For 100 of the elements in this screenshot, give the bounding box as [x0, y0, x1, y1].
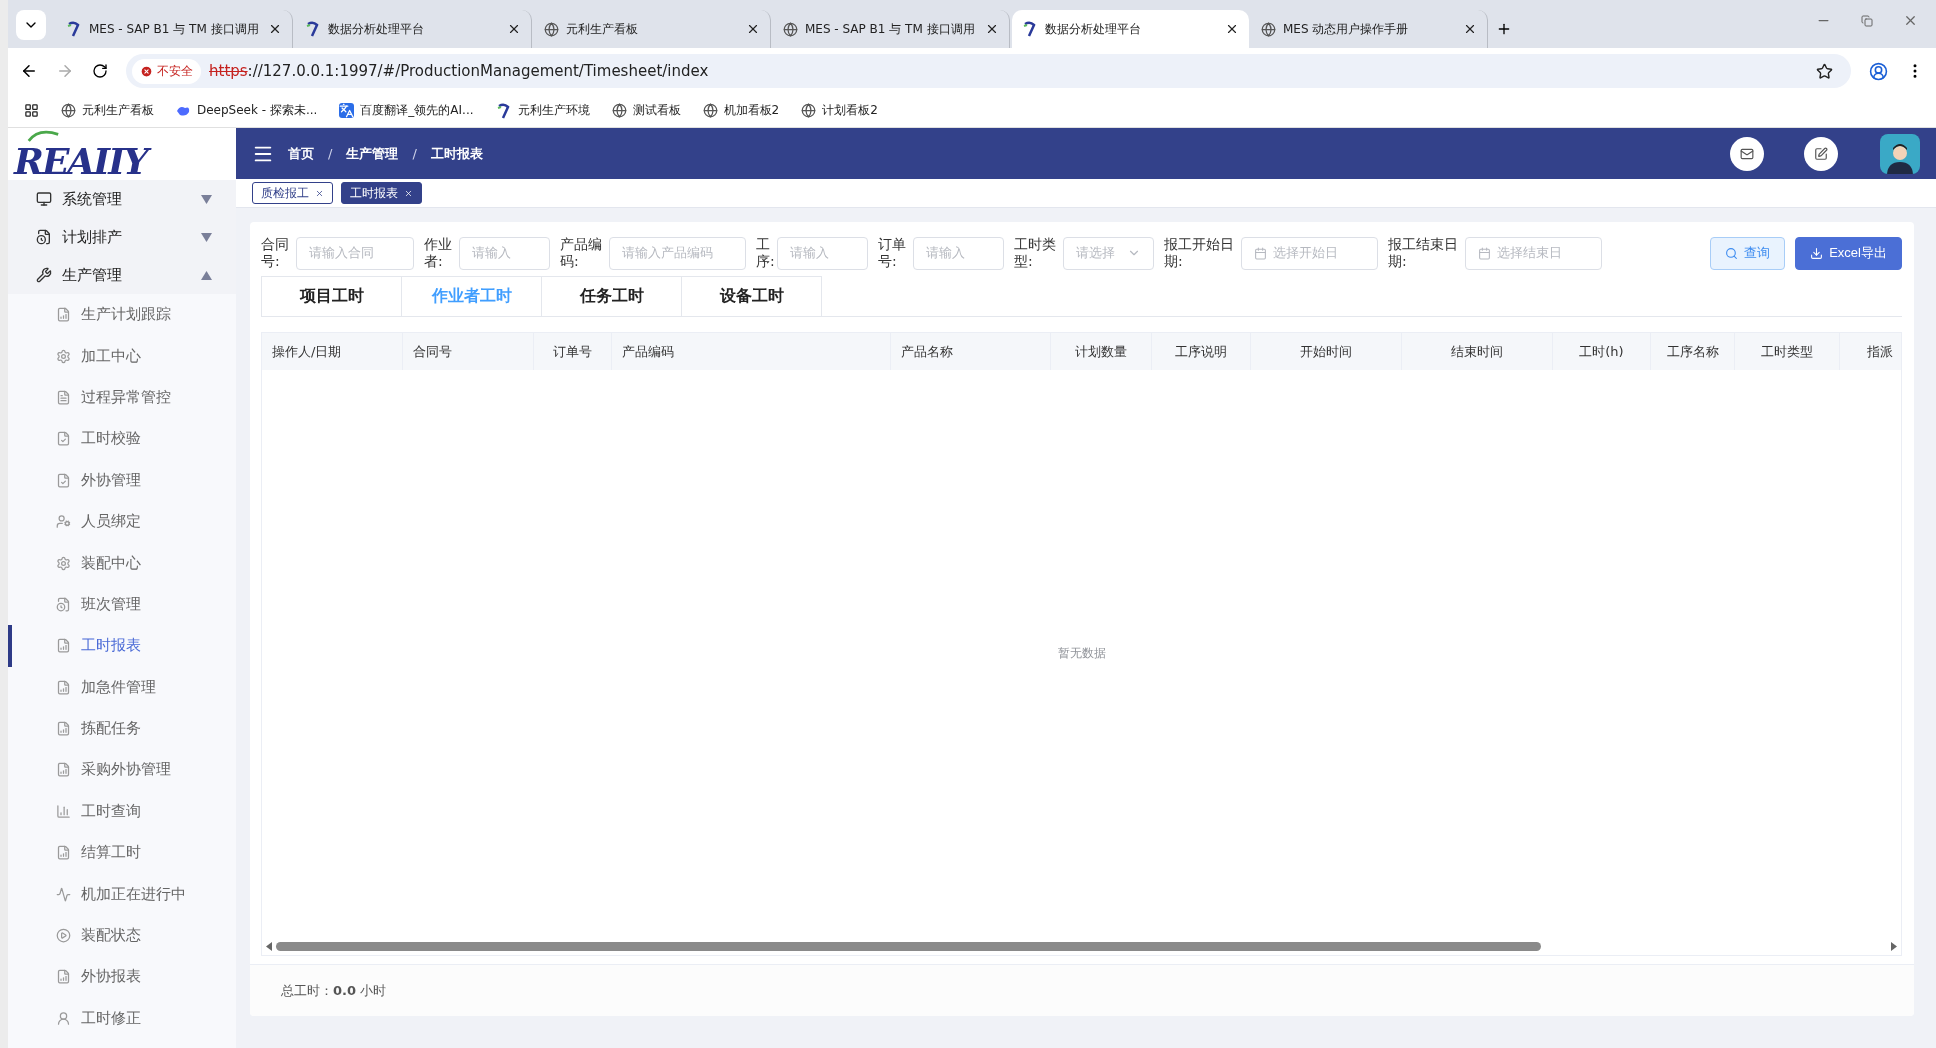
breadcrumb[interactable]: 首页	[288, 144, 314, 163]
bookmark[interactable]: 百度翻译_领先的AI...	[339, 102, 474, 119]
menu-item[interactable]: 采购外协管理	[8, 749, 236, 791]
report-icon	[56, 307, 71, 323]
document-icon	[56, 389, 71, 405]
breadcrumb[interactable]: 生产管理	[346, 144, 399, 163]
file-clock-icon	[36, 229, 52, 245]
profile-icon[interactable]	[1869, 61, 1888, 81]
menu-item[interactable]: 结算工时	[8, 832, 236, 874]
close-icon[interactable]	[268, 22, 282, 36]
menu-item[interactable]: 工时修正	[8, 997, 236, 1040]
filter-label: 订单号:	[878, 236, 906, 270]
document-icon	[56, 431, 71, 447]
app-logo-icon	[66, 21, 82, 37]
menu-item[interactable]: 装配状态	[8, 914, 236, 957]
gear-icon	[56, 348, 71, 364]
breadcrumb-separator: /	[328, 146, 333, 161]
edit-icon	[1814, 146, 1828, 161]
menu-item[interactable]: 装配中心	[8, 542, 236, 584]
warning-icon	[140, 64, 153, 78]
restore-icon[interactable]	[1861, 15, 1873, 27]
scroll-right-icon[interactable]	[1891, 941, 1897, 951]
empty-text: 暂无数据	[1057, 645, 1106, 662]
bookmark[interactable]: 元利生产看板	[61, 102, 154, 119]
scroll-left-icon[interactable]	[266, 941, 272, 951]
menu-item[interactable]: 生产计划跟踪	[8, 294, 236, 336]
filter-label: 产品编码:	[560, 236, 602, 270]
close-icon[interactable]	[1225, 22, 1239, 36]
view-tab[interactable]: 项目工时	[261, 276, 402, 316]
column-header: 计划数量	[1051, 333, 1152, 370]
menu-item[interactable]: 工时校验	[8, 418, 236, 460]
report-icon	[56, 679, 71, 695]
report-icon	[56, 845, 71, 861]
column-header: 工时类型	[1735, 333, 1840, 370]
tools-icon	[36, 267, 52, 283]
translate-icon	[339, 103, 355, 118]
export-button[interactable]: Excel导出	[1795, 236, 1902, 270]
menu-item[interactable]: 加急件管理	[8, 666, 236, 708]
menu-item[interactable]: 外协报表	[8, 956, 236, 998]
bookmark[interactable]: 元利生产环境	[495, 102, 590, 119]
bookmark[interactable]: DeepSeek - 探索未...	[176, 102, 318, 119]
menu-group[interactable]: 生产管理	[8, 256, 236, 294]
close-icon[interactable]	[404, 188, 413, 198]
menu-group[interactable]: 系统管理	[8, 180, 236, 218]
bookmark[interactable]: 测试看板	[611, 102, 681, 119]
filter-label: 报工开始日期:	[1164, 236, 1234, 270]
bookmark[interactable]: 计划看板2	[801, 102, 878, 119]
page-tag[interactable]: 工时报表	[341, 182, 422, 204]
bookmark[interactable]: 机加看板2	[702, 102, 780, 119]
scrollbar-thumb[interactable]	[276, 941, 1541, 951]
apps-icon[interactable]	[24, 103, 39, 118]
mail-button[interactable]	[1730, 136, 1764, 171]
search-button[interactable]: 查询	[1710, 236, 1786, 270]
whale-icon	[176, 104, 191, 117]
menu-item[interactable]: 机加正在进行中	[8, 873, 236, 915]
globe-icon	[801, 103, 817, 118]
menu-item[interactable]: 过程异常管控	[8, 376, 236, 419]
menu-item[interactable]: 工时查询	[8, 790, 236, 833]
edit-button[interactable]	[1804, 136, 1838, 171]
filter-label: 报工结束日期:	[1388, 236, 1458, 270]
app-logo-icon	[305, 21, 321, 37]
menu-item[interactable]: 工时报表	[8, 625, 236, 667]
view-tab[interactable]: 设备工时	[681, 276, 822, 316]
globe-icon	[702, 103, 718, 118]
globe-icon	[1261, 21, 1276, 37]
close-icon[interactable]	[746, 22, 760, 36]
new-tab-icon[interactable]	[1496, 21, 1512, 37]
avatar[interactable]	[1880, 133, 1920, 174]
user-gear-icon	[56, 514, 71, 530]
document-icon	[56, 472, 71, 488]
column-header: 合同号	[403, 333, 534, 370]
gear-icon	[56, 555, 71, 571]
reload-icon[interactable]	[92, 63, 108, 79]
mail-icon	[1740, 146, 1754, 161]
report-icon	[56, 638, 71, 654]
menu-item[interactable]: 拣配任务	[8, 707, 236, 750]
column-header: 操作人/日期	[262, 333, 403, 370]
menu-item[interactable]: 加工中心	[8, 335, 236, 377]
menu-group[interactable]: 计划排产	[8, 218, 236, 256]
page-tag[interactable]: 质检报工	[252, 182, 333, 204]
search-icon	[1725, 246, 1739, 260]
menu-item[interactable]: 班次管理	[8, 583, 236, 626]
tab-list-button[interactable]	[16, 10, 46, 40]
report-icon	[56, 721, 71, 737]
bookmark-star-icon[interactable]	[1816, 62, 1833, 80]
globe-icon	[611, 103, 627, 118]
back-icon[interactable]	[20, 62, 38, 80]
menu-item[interactable]: 人员绑定	[8, 500, 236, 543]
security-chip[interactable]: 不安全	[132, 58, 201, 84]
close-icon[interactable]	[1463, 22, 1477, 36]
breadcrumb-separator: /	[412, 146, 417, 161]
browser-tab[interactable]: 数据分析处理平台	[1012, 10, 1249, 48]
close-icon[interactable]	[985, 22, 999, 36]
column-header: 工序说明	[1152, 333, 1251, 370]
address-bar[interactable]: 不安全 https://127.0.0.1:1997/#/ProductionManagement/Timesheet/index	[126, 54, 1851, 88]
close-icon[interactable]	[507, 22, 521, 36]
chart-icon	[56, 803, 71, 819]
app-logo-icon	[495, 102, 512, 119]
collapse-arrow-icon	[201, 270, 212, 280]
menu-item[interactable]: 外协管理	[8, 459, 236, 501]
